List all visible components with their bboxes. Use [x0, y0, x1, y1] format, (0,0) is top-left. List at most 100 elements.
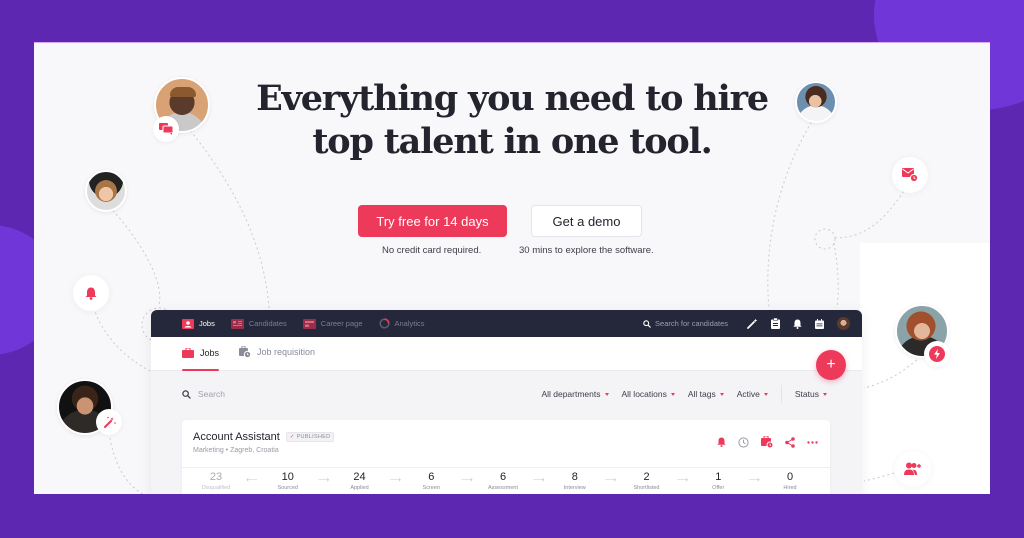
user-avatar[interactable]: [837, 317, 850, 330]
pipeline-stages: 23 Disqualified ⟵ 10 Sourced ⟶ 24 Applied ⟶…: [182, 471, 830, 491]
job-card[interactable]: Account Assistant ✓ PUBLISHED Marketing …: [182, 420, 830, 494]
try-free-button[interactable]: Try free for 14 days: [358, 205, 507, 237]
chevron-down-icon: [604, 392, 609, 396]
arrow-left-icon: ⟵: [246, 475, 258, 484]
job-search-placeholder: Search: [198, 389, 225, 399]
arrow-right-icon: ⟶: [317, 475, 330, 484]
arrow-right-icon: ⟶: [461, 475, 473, 484]
stage-label: Hired: [783, 485, 797, 491]
filter-locations[interactable]: All locations: [622, 389, 675, 399]
connector-line: [863, 352, 925, 389]
topnav-jobs[interactable]: Jobs: [182, 318, 215, 329]
stage-sourced[interactable]: 10 Sourced: [260, 471, 316, 491]
arrow-right-icon: ⟶: [604, 475, 617, 484]
avatar-woman-hat: [85, 170, 127, 212]
more-options-icon[interactable]: [807, 440, 818, 444]
analytics-icon: [378, 318, 390, 329]
arrow-right-icon: ⟶: [389, 475, 402, 484]
add-user-icon: [904, 462, 921, 475]
stage-label: Sourced: [277, 485, 299, 491]
scheduled-email-float: [892, 157, 928, 193]
clock-icon[interactable]: [738, 436, 749, 448]
notification-bell-icon: [85, 287, 97, 300]
filter-tags-label: All tags: [687, 389, 716, 399]
chevron-down-icon: [670, 392, 675, 396]
bell-float: [73, 275, 109, 311]
job-requisition-icon: [239, 346, 252, 358]
filter-bar: Search All departments All locations All…: [151, 371, 862, 417]
app-sub-tabs: Jobs Job requisition: [151, 337, 862, 371]
jobs-icon: [182, 318, 194, 329]
filter-locations-label: All locations: [621, 389, 667, 399]
notification-bell-icon[interactable]: [717, 437, 726, 447]
stage-hired[interactable]: 0 Hired: [762, 471, 818, 491]
lightning-badge: [924, 341, 950, 367]
briefcase-clock-icon[interactable]: [761, 436, 773, 448]
subtab-job-requisition[interactable]: Job requisition: [239, 346, 315, 370]
share-icon[interactable]: [785, 436, 795, 448]
stage-disqualified[interactable]: 23 Disqualified: [188, 471, 244, 491]
lightning-icon: [934, 349, 940, 359]
filter-active[interactable]: Active: [737, 389, 768, 399]
search-icon: [182, 389, 191, 399]
connector-line: [833, 242, 839, 309]
add-job-fab[interactable]: +: [816, 350, 846, 380]
no-credit-card-note: No credit card required.: [382, 245, 482, 256]
stage-screen[interactable]: 6 Screen: [403, 471, 459, 491]
published-badge-label: PUBLISHED: [296, 434, 331, 440]
topnav-candidates[interactable]: Candidates: [230, 318, 287, 329]
get-demo-button[interactable]: Get a demo: [531, 205, 642, 237]
subtab-jobs[interactable]: Jobs: [182, 348, 220, 371]
connector-line: [105, 202, 161, 306]
stage-shortlisted[interactable]: 2 Shortlisted: [619, 471, 675, 491]
stage-applied[interactable]: 24 Applied: [332, 471, 388, 491]
candidate-search[interactable]: Search for candidates: [643, 319, 728, 328]
filter-status[interactable]: Status: [795, 389, 827, 399]
job-search[interactable]: Search: [182, 389, 225, 399]
chevron-down-icon: [823, 392, 827, 396]
filter-departments[interactable]: All departments: [541, 389, 609, 399]
filter-active-label: Active: [736, 389, 760, 399]
topnav-analytics[interactable]: Analytics: [378, 318, 425, 329]
demo-note: 30 mins to explore the software.: [519, 245, 654, 256]
scheduled-email-icon: [902, 168, 918, 182]
filter-tags[interactable]: All tags: [688, 389, 724, 399]
card-divider: [182, 467, 830, 468]
connector-line: [833, 182, 910, 239]
topnav-jobs-label: Jobs: [199, 319, 215, 328]
stage-count: 8: [571, 471, 578, 483]
arrow-right-icon: ⟶: [533, 475, 545, 484]
topnav-analytics-label: Analytics: [394, 319, 425, 328]
calendar-icon[interactable]: [815, 318, 824, 329]
filter-divider: [780, 385, 782, 403]
job-title[interactable]: Account Assistant: [193, 431, 280, 443]
check-icon: ✓: [289, 434, 295, 440]
magic-wand-icon: [103, 416, 116, 428]
search-icon: [643, 319, 651, 328]
topnav-candidates-label: Candidates: [248, 319, 287, 328]
clipboard-icon[interactable]: [771, 318, 780, 329]
chevron-down-icon: [763, 392, 768, 396]
stage-label: Interview: [563, 485, 586, 491]
connector-line: [863, 472, 895, 482]
chat-icon: [159, 123, 173, 135]
filter-departments-label: All departments: [541, 389, 601, 399]
stage-interview[interactable]: 8 Interview: [547, 471, 603, 491]
stage-count: 10: [281, 471, 294, 483]
cap-shape: [170, 87, 196, 97]
stage-assessment[interactable]: 6 Assessment: [475, 471, 531, 491]
stage-count: 6: [499, 471, 507, 483]
notification-bell-icon[interactable]: [793, 319, 802, 329]
stage-count: 24: [353, 471, 366, 483]
stage-count: 23: [209, 471, 223, 483]
career-page-icon: [302, 318, 316, 329]
stage-offer[interactable]: 1 Offer: [690, 471, 746, 491]
stage-label: Screen: [422, 485, 440, 491]
stage-label: Disqualified: [201, 485, 231, 491]
subtab-jobs-label: Jobs: [200, 348, 220, 358]
magic-wand-icon[interactable]: [747, 318, 758, 329]
arrow-right-icon: ⟶: [748, 475, 760, 484]
stage-label: Shortlisted: [633, 485, 660, 491]
topnav-career-page[interactable]: Career page: [302, 318, 363, 329]
stage-label: Offer: [712, 485, 725, 491]
